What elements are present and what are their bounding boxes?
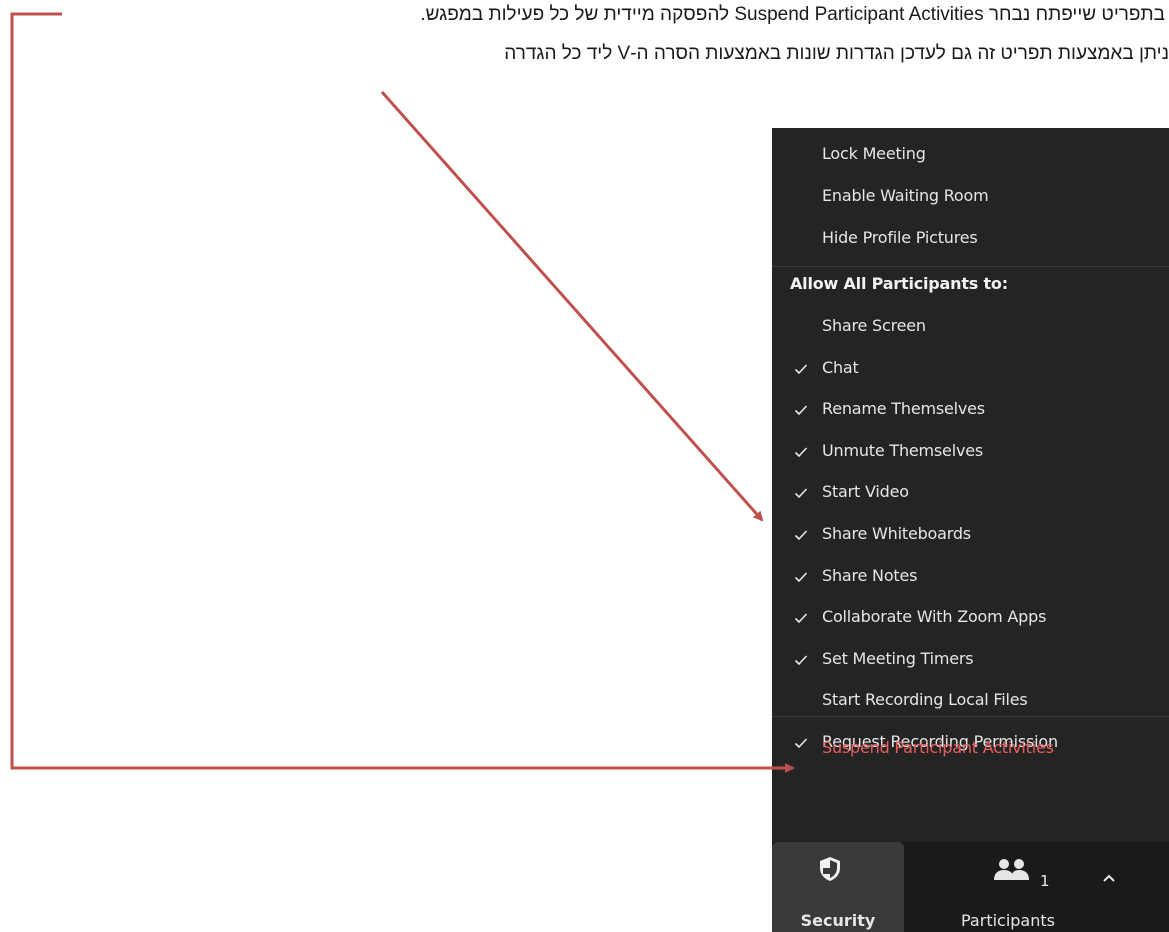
chevron-up-icon[interactable] [1102,870,1116,888]
menu-item-lock-meeting[interactable]: Lock Meeting [822,144,926,163]
arrow-to-suspend [10,12,795,773]
checkmark-icon [794,528,808,542]
menu-item-label: Set Meeting Timers [822,649,974,668]
checkmark-icon [794,362,808,376]
checkmark-icon [794,611,808,625]
checkmark-icon [794,653,808,667]
section-header-allow-all: Allow All Participants to: [790,274,1008,293]
participants-button[interactable]: 1 Participants [922,842,1094,932]
menu-item-label: Share Screen [822,316,926,335]
participants-count: 1 [1040,872,1050,890]
menu-item-label: Rename Themselves [822,399,985,418]
menu-item-label: Share Whiteboards [822,524,971,543]
menu-item-label: Start Recording Local Files [822,690,1028,709]
checkmark-icon [794,736,808,750]
menu-item-label: Share Notes [822,566,918,585]
checkmark-icon [794,445,808,459]
menu-item-label: Chat [822,358,859,377]
menu-item-label: Collaborate With Zoom Apps [822,607,1047,626]
participants-label: Participants [961,911,1055,930]
instruction-line-2: ניתן באמצעות תפריט זה גם לעדכן הגדרות שו… [504,43,1169,64]
security-menu: Lock Meeting Enable Waiting Room Hide Pr… [772,128,1169,932]
arrow-to-settings [380,91,764,522]
checkmark-icon [794,403,808,417]
security-label: Security [800,911,876,930]
menu-item-label: Unmute Themselves [822,441,983,460]
meeting-toolbar: Security 1 Participants [772,842,1169,932]
security-button[interactable]: Security [772,842,904,932]
checkmark-icon [794,486,808,500]
suspend-participant-activities-button[interactable]: Suspend Participant Activities [822,738,1054,757]
menu-divider [772,266,1169,267]
menu-item-label: Start Video [822,482,909,501]
instruction-line-1: בתפריט שייפתח נבחר Suspend Participant A… [420,4,1165,25]
checkmark-icon [794,570,808,584]
people-icon [992,858,1034,886]
menu-divider [772,716,1169,717]
shield-icon [818,856,842,886]
menu-item-hide-profile-pictures[interactable]: Hide Profile Pictures [822,228,978,247]
menu-item-enable-waiting-room[interactable]: Enable Waiting Room [822,186,989,205]
